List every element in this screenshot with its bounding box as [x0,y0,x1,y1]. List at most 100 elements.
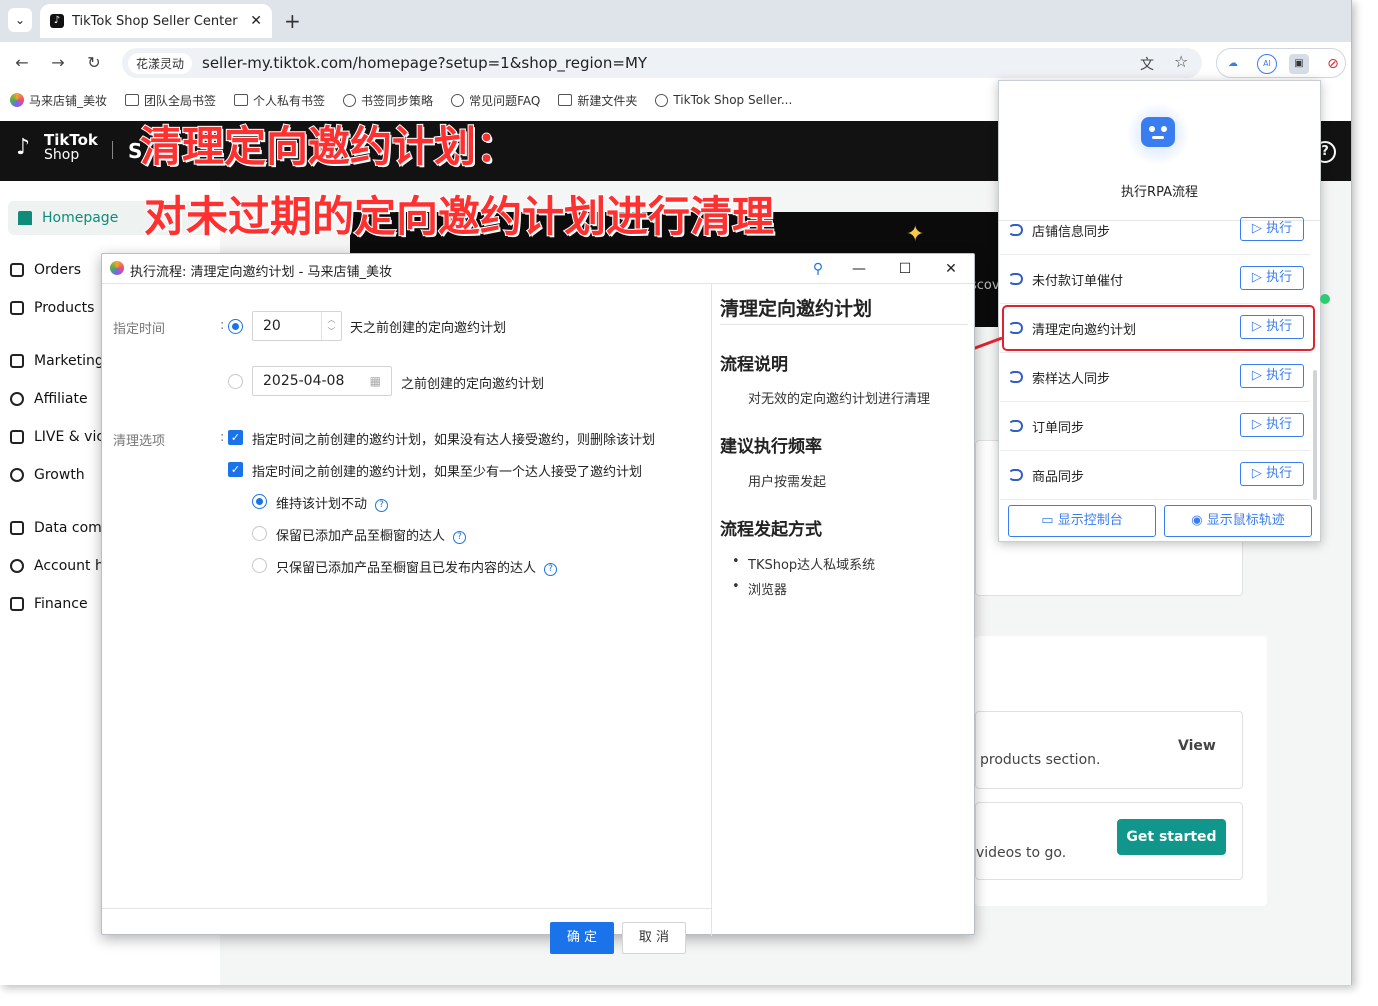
tiktok-favicon-icon: ♪ [50,14,64,28]
keep-plan-radio[interactable] [252,494,267,509]
execute-button[interactable]: ▷ 执行 [1240,217,1304,241]
address-bar[interactable]: 花漾灵动 seller-my.tiktok.com/homepage?setup… [122,48,1202,78]
show-mouse-trail-button[interactable]: ◉ 显示鼠标轨迹 [1164,505,1312,537]
bookmark-item[interactable]: 团队全局书签 [125,92,216,109]
star-icon[interactable]: ☆ [1174,52,1188,71]
globe-icon [343,93,357,107]
help-question-icon[interactable]: ? [544,563,558,576]
tab-search-button[interactable]: ⌄ [8,8,32,32]
pin-icon[interactable]: ⚲ [806,257,830,281]
sidebar-item-growth[interactable]: Growth [10,460,85,490]
products-card-text: products section. [980,752,1101,768]
folder-icon [558,94,573,106]
sidebar-item-account-health[interactable]: Account h [10,551,104,581]
get-started-button[interactable]: Get started [1117,819,1226,855]
sidebar-item-live[interactable]: LIVE & vic [10,422,104,452]
rpa-popup-header: 执行RPA流程 [999,81,1320,221]
tiktok-shop-logo[interactable]: ♪ TikTok Shop [16,133,98,163]
sidebar-label: Marketing [34,353,104,369]
robot-icon [1127,103,1189,165]
execute-button-label: 执行 [1266,368,1293,383]
help-question-icon[interactable]: ? [453,531,467,544]
monitor-icon: ▭ [1041,513,1058,528]
maximize-icon[interactable]: ☐ [893,257,917,281]
translate-icon[interactable]: 文 [1140,54,1154,74]
finance-icon [10,597,24,611]
sidebar-item-data-compass[interactable]: Data com [10,513,102,543]
rpa-flow-row: 未付款订单催付 ▷ 执行 [1000,255,1310,304]
ai-extension-icon[interactable]: AI [1257,54,1277,74]
doc-title: 清理定向邀约计划 [720,298,873,320]
show-console-label: 显示控制台 [1057,513,1123,528]
sidebar-label: Affiliate [34,391,88,407]
rpa-scrollbar[interactable] [1313,370,1317,500]
rpa-popup-title: 执行RPA流程 [1121,185,1198,200]
annotation-title: 清理定向邀约计划： [139,121,519,172]
sidebar-item-orders[interactable]: Orders [10,255,81,285]
sidebar-item-products[interactable]: Products [10,293,94,323]
bookmark-item[interactable]: 常见问题FAQ [451,92,540,109]
execute-button[interactable]: ▷ 执行 [1240,364,1304,388]
header-divider [112,141,113,159]
sidebar-item-finance[interactable]: Finance [10,589,88,619]
target-icon: ◉ [1191,513,1207,528]
tiktok-note-icon: ♪ [16,135,31,160]
keep-window-option: 保留已添加产品至橱窗的达人? [276,525,467,544]
reload-icon[interactable]: ↻ [82,51,106,75]
globe-icon [655,93,669,107]
doc-paragraph: 对无效的定向邀约计划进行清理 [748,392,931,407]
option2-checkbox[interactable]: ✓ [228,462,243,477]
bookmark-item[interactable]: 个人私有书签 [234,92,325,109]
forward-arrow-icon[interactable]: → [46,51,70,75]
rpa-extension-icon[interactable]: ▣ [1289,54,1309,74]
days-radio[interactable] [228,319,243,334]
help-question-icon[interactable]: ? [375,499,389,512]
sidebar-item-affiliate[interactable]: Affiliate [10,384,88,414]
bookmark-item[interactable]: 书签同步策略 [343,92,433,109]
view-link[interactable]: View [1178,738,1216,754]
screenshot-stage: ⌄ ♪ TikTok Shop Seller Center | M ✕ + ← … [0,0,1378,1006]
cancel-button[interactable]: 取 消 [622,922,686,954]
sidebar-item-marketing[interactable]: Marketing [10,346,104,376]
calendar-icon[interactable]: ▦ [370,367,381,395]
close-icon[interactable]: ✕ [939,257,963,281]
cloud-extension-icon[interactable]: ☁ [1223,54,1243,74]
stepper-icon[interactable]: ︿ ﹀ [321,312,341,340]
logo-subtext: Shop [44,147,80,163]
new-tab-button[interactable]: + [284,9,301,33]
cleanup-label: 清理选项 [113,434,166,449]
keep-plan-text: 维持该计划不动 [276,497,368,512]
bookmark-item[interactable]: 新建文件夹 [558,92,637,109]
days-input[interactable]: 20 ︿ ﹀ [252,311,342,341]
bookmark-label: 书签同步策略 [361,93,434,108]
close-tab-icon[interactable]: ✕ [250,13,262,29]
browser-tab[interactable]: ♪ TikTok Shop Seller Center | M ✕ [40,4,272,38]
site-info-chip[interactable]: 花漾灵动 [128,52,193,74]
doc-list-item: TKShop达人私域系统 [732,554,875,573]
growth-icon [10,468,24,482]
extensions-area: ☁ AI ▣ ⊘ [1216,48,1346,78]
execute-button-label: 执行 [1266,417,1293,432]
back-arrow-icon[interactable]: ← [10,51,34,75]
date-input[interactable]: 2025-04-08 ▦ [252,366,392,396]
execute-button[interactable]: ▷ 执行 [1240,462,1304,486]
keep-published-radio[interactable] [252,558,267,573]
execute-button[interactable]: ▷ 执行 [1240,413,1304,437]
doc-heading: 建议执行频率 [720,437,822,457]
option1-checkbox[interactable]: ✓ [228,430,243,445]
keep-window-radio[interactable] [252,526,267,541]
bookmark-item[interactable]: 马来店铺_美妆 [10,92,107,109]
bookmark-item[interactable]: TikTok Shop Seller... [655,93,792,107]
dialog-title: 执行流程: 清理定向邀约计划 - 马来店铺_美妆 [130,265,392,280]
execute-button[interactable]: ▷ 执行 [1240,266,1304,290]
live-icon [10,430,24,444]
sidebar-label: Data com [34,520,102,536]
block-extension-icon[interactable]: ⊘ [1323,54,1343,74]
confirm-button[interactable]: 确 定 [550,922,614,954]
show-console-button[interactable]: ▭ 显示控制台 [1008,505,1156,537]
date-radio[interactable] [228,374,243,389]
url-text[interactable]: seller-my.tiktok.com/homepage?setup=1&sh… [202,54,647,72]
minimize-icon[interactable]: — [847,257,871,281]
doc-list-item: 浏览器 [732,579,787,598]
execute-button-label: 执行 [1266,466,1293,481]
